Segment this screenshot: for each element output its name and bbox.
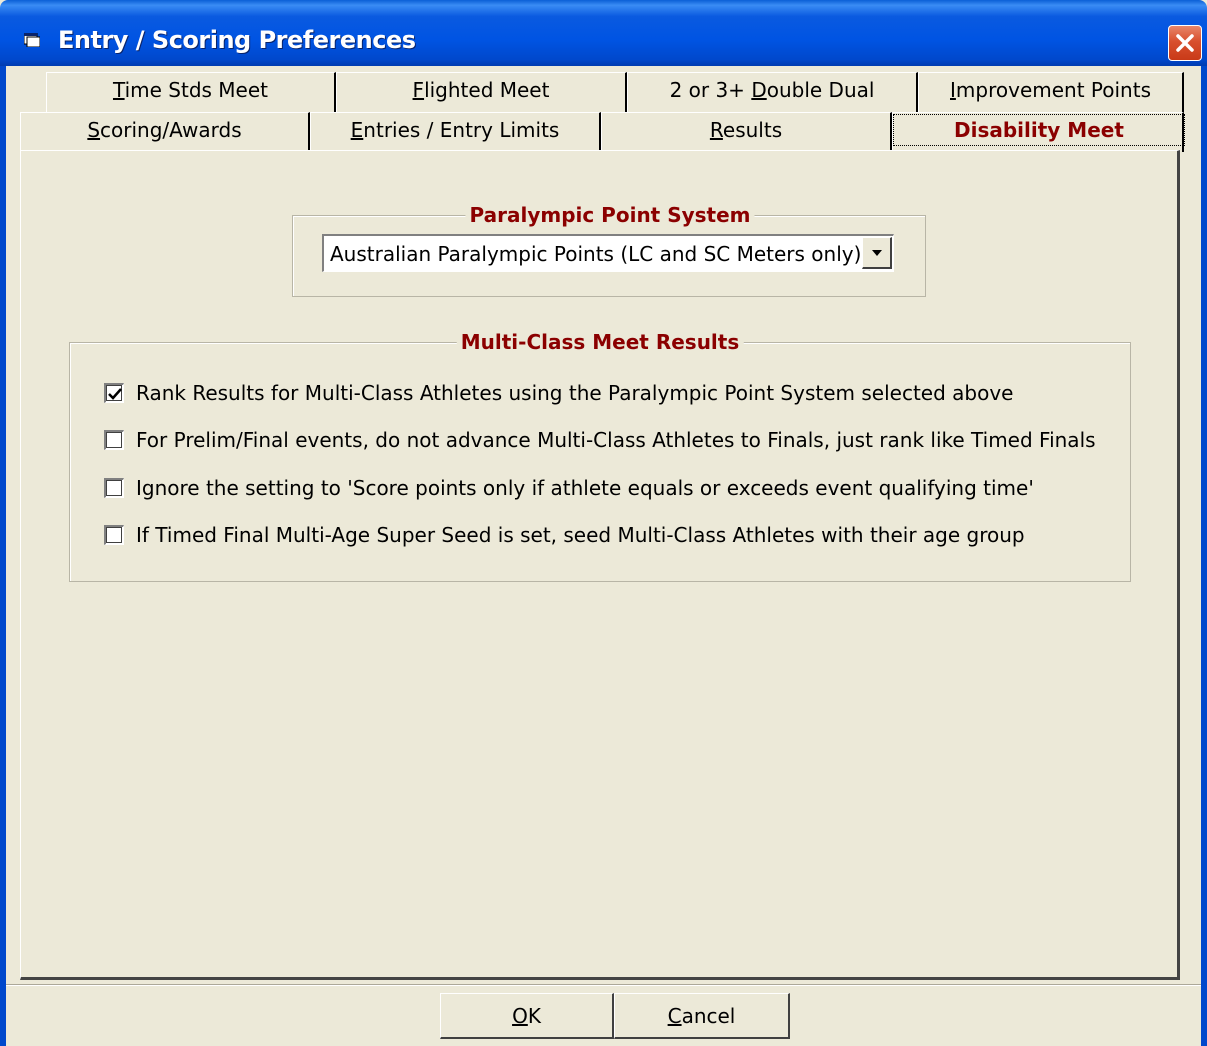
- chevron-down-icon: [872, 250, 882, 256]
- multiclass-group-title: Multi-Class Meet Results: [456, 330, 744, 354]
- window-frame-right: [1201, 66, 1207, 1046]
- tab-time-stds-meet[interactable]: Time Stds Meet: [46, 72, 336, 112]
- button-mnemonic: O: [512, 1004, 528, 1028]
- option-label: For Prelim/Final events, do not advance …: [136, 428, 1096, 452]
- dropdown-button[interactable]: [862, 237, 892, 269]
- tab-label-mnemonic: F: [412, 78, 425, 102]
- button-label: ancel: [681, 1004, 736, 1028]
- paralympic-point-system-select[interactable]: Australian Paralympic Points (LC and SC …: [322, 234, 894, 272]
- preferences-window: Entry / Scoring Preferences Time Stds Me…: [0, 0, 1207, 1046]
- paralympic-select-value: Australian Paralympic Points (LC and SC …: [330, 242, 862, 266]
- window-frame-left: [0, 66, 6, 1046]
- checkbox-checked[interactable]: [104, 383, 124, 403]
- tab-label-mnemonic: T: [112, 78, 125, 102]
- option-label: Ignore the setting to 'Score points only…: [136, 476, 1034, 500]
- tab-scoring-awards[interactable]: Scoring/Awards: [20, 112, 310, 152]
- tab-label-suffix: lighted Meet: [424, 78, 550, 102]
- cancel-button[interactable]: Cancel: [614, 993, 790, 1039]
- tab-label-suffix: coring/Awards: [100, 118, 242, 142]
- checkbox-unchecked[interactable]: [104, 525, 124, 545]
- tab-label-mnemonic: R: [709, 118, 723, 142]
- tab-label-mnemonic: S: [87, 118, 101, 142]
- option-label: Rank Results for Multi-Class Athletes us…: [136, 381, 1014, 405]
- close-button[interactable]: [1168, 25, 1202, 61]
- tab-label-mnemonic: D: [751, 78, 767, 102]
- tab-results[interactable]: Results: [601, 112, 892, 152]
- tab-entries-entry-limits[interactable]: Entries / Entry Limits: [310, 112, 601, 152]
- button-mnemonic: C: [667, 1004, 682, 1028]
- close-icon: [1176, 34, 1194, 52]
- checkmark-icon: [108, 388, 122, 400]
- paralympic-group-title: Paralympic Point System: [465, 203, 755, 227]
- option-label: If Timed Final Multi-Age Super Seed is s…: [136, 523, 1025, 547]
- title-bar[interactable]: Entry / Scoring Preferences: [0, 0, 1207, 66]
- tab-label-mnemonic: E: [350, 118, 364, 142]
- bottom-separator: [6, 984, 1201, 986]
- tab-label-prefix: 2 or 3+: [669, 78, 752, 102]
- window-title: Entry / Scoring Preferences: [58, 26, 416, 54]
- checkbox-unchecked[interactable]: [104, 478, 124, 498]
- tab-improvement-points[interactable]: Improvement Points: [918, 72, 1184, 112]
- app-window-icon: [24, 33, 40, 47]
- tab-disability-meet-label: Disability Meet: [893, 114, 1185, 146]
- tab-double-dual[interactable]: 2 or 3+ Double Dual: [627, 72, 918, 112]
- tab-label-suffix: ouble Dual: [766, 78, 875, 102]
- button-label: K: [527, 1004, 541, 1028]
- tab-label-suffix: ime Stds Meet: [124, 78, 269, 102]
- ok-button[interactable]: OK: [440, 993, 614, 1039]
- checkbox-unchecked[interactable]: [104, 430, 124, 450]
- tab-label-suffix: ntries / Entry Limits: [363, 118, 560, 142]
- tab-label-suffix: esults: [722, 118, 783, 142]
- tab-disability-meet[interactable]: Disability Meet: [892, 112, 1185, 152]
- tab-label-suffix: mprovement Points: [955, 78, 1151, 102]
- tab-flighted-meet[interactable]: Flighted Meet: [336, 72, 627, 112]
